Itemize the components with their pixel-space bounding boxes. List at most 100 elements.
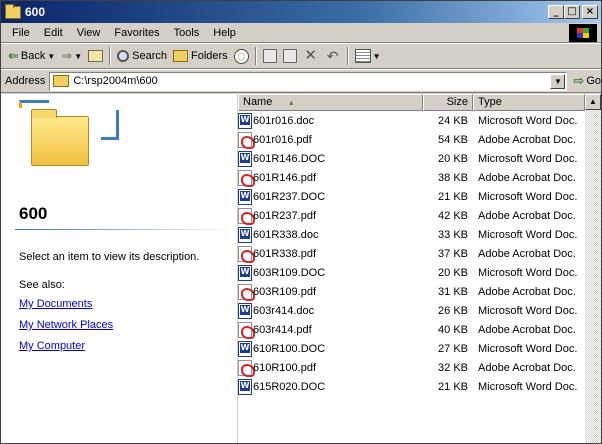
file-row[interactable]: 601R146.pdf 38 KB Adobe Acrobat Doc. [238,169,585,188]
file-type: Adobe Acrobat Doc. [478,324,576,336]
copy-to-button[interactable] [280,46,300,66]
file-name: 610R100.pdf [253,362,316,374]
forward-dropdown-icon[interactable]: ▼ [74,52,82,61]
undo-button[interactable]: ↶ [322,46,344,66]
file-row[interactable]: 615R020.DOC 21 KB Microsoft Word Doc. [238,378,585,397]
decoration [101,110,119,140]
file-size: 21 KB [438,191,468,203]
file-row[interactable]: 601R237.DOC 21 KB Microsoft Word Doc. [238,188,585,207]
minimize-button[interactable]: _ [548,5,564,19]
file-icon [238,341,252,357]
back-button[interactable]: ⇐ Back ▼ [5,46,58,66]
menu-file[interactable]: File [5,27,37,39]
search-icon [117,50,130,62]
column-header-name[interactable]: Name ▲ [238,94,423,111]
file-row[interactable]: 601R146.DOC 20 KB Microsoft Word Doc. [238,150,585,169]
vertical-scrollbar[interactable]: ▲ [585,94,601,443]
file-type: Microsoft Word Doc. [478,381,578,393]
delete-icon: ✕ [304,47,317,64]
file-icon [238,189,252,205]
address-input[interactable]: C:\rsp2004m\600 ▼ [49,71,568,91]
link-my-computer[interactable]: My Computer [19,340,85,352]
file-name: 601R338.pdf [253,248,316,260]
file-row[interactable]: 601r016.doc 24 KB Microsoft Word Doc. [238,112,585,131]
file-name: 601R237.pdf [253,210,316,222]
go-label: Go [586,75,601,87]
toolbar-separator [254,47,257,65]
file-name: 601r016.doc [253,115,315,127]
address-value: C:\rsp2004m\600 [73,75,158,87]
file-name: 603R109.DOC [253,267,326,279]
file-row[interactable]: 601R338.doc 33 KB Microsoft Word Doc. [238,226,585,245]
file-size: 32 KB [438,362,468,374]
file-icon [238,170,255,187]
file-icon [238,113,252,129]
views-dropdown-icon[interactable]: ▼ [373,52,381,61]
back-dropdown-icon[interactable]: ▼ [47,52,55,61]
column-header-type[interactable]: Type [473,94,585,111]
file-size: 20 KB [438,153,468,165]
maximize-button[interactable]: □ [564,5,580,19]
file-name: 603r414.pdf [253,324,312,336]
file-row[interactable]: 603r414.doc 26 KB Microsoft Word Doc. [238,302,585,321]
go-arrow-icon: ⇨ [573,73,585,88]
file-row[interactable]: 603R109.DOC 20 KB Microsoft Word Doc. [238,264,585,283]
up-folder-icon [88,50,104,62]
folders-button[interactable]: Folders [170,46,231,66]
history-icon [233,48,249,64]
menu-tools[interactable]: Tools [167,27,207,39]
windows-logo-icon [569,24,597,42]
address-dropdown-icon[interactable]: ▼ [550,73,566,89]
file-type: Adobe Acrobat Doc. [478,210,576,222]
menu-edit[interactable]: Edit [37,27,70,39]
file-row[interactable]: 603r414.pdf 40 KB Adobe Acrobat Doc. [238,321,585,340]
file-name: 601R146.DOC [253,153,326,165]
column-header-size[interactable]: Size [423,94,473,111]
go-button[interactable]: ⇨ Go [573,73,601,89]
file-icon [238,265,252,281]
scroll-up-icon[interactable]: ▲ [585,94,601,110]
file-row[interactable]: 601R237.pdf 42 KB Adobe Acrobat Doc. [238,207,585,226]
title-bar[interactable]: 600 _ □ × [1,1,601,23]
file-row[interactable]: 601r016.pdf 54 KB Adobe Acrobat Doc. [238,131,585,150]
toolbar: ⇐ Back ▼ ⇒ ▼ Search Folders ✕ ↶ ▼ [1,43,601,69]
history-button[interactable] [231,46,252,66]
file-type: Microsoft Word Doc. [478,115,578,127]
delete-button[interactable]: ✕ [300,46,322,66]
folder-illustration [19,100,139,180]
up-button[interactable] [85,46,106,66]
folder-icon [5,3,21,19]
toolbar-separator [109,47,112,65]
file-size: 38 KB [438,172,468,184]
menu-bar: File Edit View Favorites Tools Help [1,23,601,43]
file-row[interactable]: 601R338.pdf 37 KB Adobe Acrobat Doc. [238,245,585,264]
file-type: Adobe Acrobat Doc. [478,134,576,146]
search-label: Search [132,50,167,62]
menu-favorites[interactable]: Favorites [107,27,166,39]
large-folder-icon [31,109,89,166]
file-icon [238,246,255,263]
search-button[interactable]: Search [114,46,170,66]
file-size: 21 KB [438,381,468,393]
views-button[interactable]: ▼ [352,46,384,66]
file-row[interactable]: 603R109.pdf 31 KB Adobe Acrobat Doc. [238,283,585,302]
file-size: 27 KB [438,343,468,355]
file-name: 601R146.pdf [253,172,316,184]
file-list: Name ▲ Size Type 601r016.doc 24 KB Microso… [238,94,601,443]
link-my-network-places[interactable]: My Network Places [19,319,113,331]
forward-button[interactable]: ⇒ ▼ [58,46,85,66]
file-row[interactable]: 610R100.DOC 27 KB Microsoft Word Doc. [238,340,585,359]
undo-icon: ↶ [326,48,339,64]
move-to-button[interactable] [260,46,280,66]
menu-help[interactable]: Help [206,27,243,39]
file-icon [238,379,252,395]
file-name: 615R020.DOC [253,381,326,393]
file-size: 54 KB [438,134,468,146]
file-size: 37 KB [438,248,468,260]
file-icon [238,132,255,149]
file-row[interactable]: 610R100.pdf 32 KB Adobe Acrobat Doc. [238,359,585,378]
close-button[interactable]: × [582,5,598,19]
file-type: Microsoft Word Doc. [478,191,578,203]
menu-view[interactable]: View [70,27,108,39]
link-my-documents[interactable]: My Documents [19,298,92,310]
